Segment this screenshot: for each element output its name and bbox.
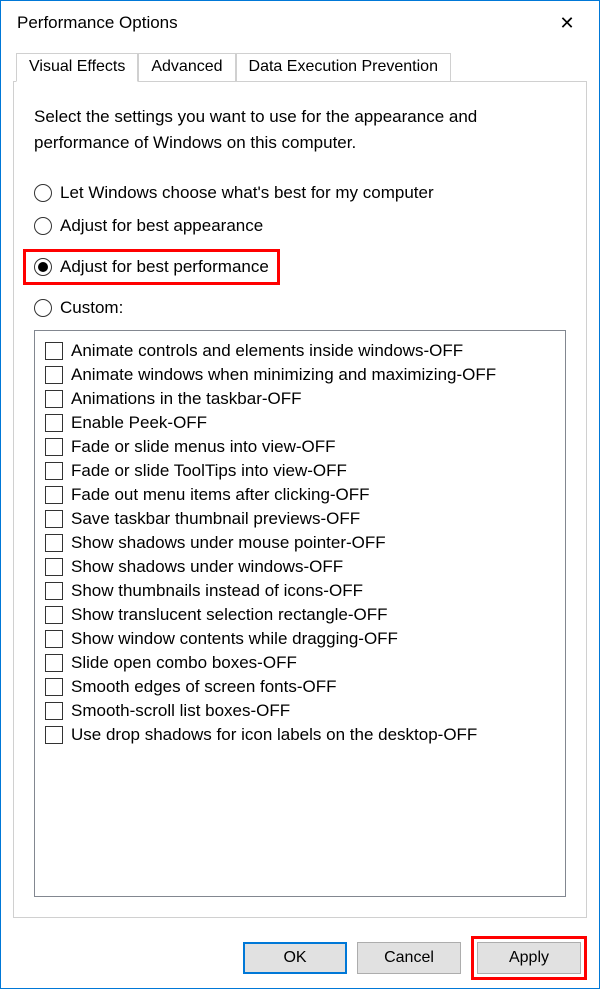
tab-visual-effects[interactable]: Visual Effects — [16, 53, 138, 82]
checkbox-icon — [45, 342, 63, 360]
checkbox-label: Animate windows when minimizing and maxi… — [71, 365, 496, 385]
checkbox-label: Slide open combo boxes-OFF — [71, 653, 297, 673]
radio-custom[interactable]: Custom: — [34, 298, 566, 318]
checkbox-label: Show thumbnails instead of icons-OFF — [71, 581, 363, 601]
checkbox-row[interactable]: Fade out menu items after clicking-OFF — [45, 483, 555, 507]
checkbox-row[interactable]: Show thumbnails instead of icons-OFF — [45, 579, 555, 603]
checkbox-icon — [45, 366, 63, 384]
checkbox-label: Show window contents while dragging-OFF — [71, 629, 398, 649]
window-title: Performance Options — [13, 13, 547, 33]
radio-icon — [34, 184, 52, 202]
checkbox-label: Use drop shadows for icon labels on the … — [71, 725, 477, 745]
checkbox-row[interactable]: Save taskbar thumbnail previews-OFF — [45, 507, 555, 531]
description-text: Select the settings you want to use for … — [34, 104, 566, 155]
content-area: Visual Effects Advanced Data Execution P… — [1, 45, 599, 930]
checkbox-row[interactable]: Show shadows under windows-OFF — [45, 555, 555, 579]
titlebar: Performance Options ✕ — [1, 1, 599, 45]
close-icon[interactable]: ✕ — [547, 3, 587, 43]
radio-icon — [34, 217, 52, 235]
radio-label: Adjust for best performance — [60, 257, 269, 277]
checkbox-row[interactable]: Slide open combo boxes-OFF — [45, 651, 555, 675]
checkbox-row[interactable]: Fade or slide menus into view-OFF — [45, 435, 555, 459]
checkbox-icon — [45, 414, 63, 432]
radio-label: Let Windows choose what's best for my co… — [60, 183, 434, 203]
checkbox-label: Fade or slide menus into view-OFF — [71, 437, 336, 457]
checkbox-icon — [45, 726, 63, 744]
checkbox-row[interactable]: Animate controls and elements inside win… — [45, 339, 555, 363]
checkbox-list[interactable]: Animate controls and elements inside win… — [34, 330, 566, 897]
checkbox-row[interactable]: Enable Peek-OFF — [45, 411, 555, 435]
checkbox-icon — [45, 462, 63, 480]
checkbox-label: Animations in the taskbar-OFF — [71, 389, 302, 409]
tab-panel-visual-effects: Select the settings you want to use for … — [13, 81, 587, 918]
checkbox-icon — [45, 606, 63, 624]
checkbox-icon — [45, 486, 63, 504]
ok-button[interactable]: OK — [243, 942, 347, 974]
checkbox-icon — [45, 678, 63, 696]
tabs-row: Visual Effects Advanced Data Execution P… — [16, 53, 587, 81]
checkbox-icon — [45, 630, 63, 648]
checkbox-row[interactable]: Animate windows when minimizing and maxi… — [45, 363, 555, 387]
checkbox-icon — [45, 582, 63, 600]
checkbox-label: Fade out menu items after clicking-OFF — [71, 485, 370, 505]
checkbox-label: Animate controls and elements inside win… — [71, 341, 463, 361]
radio-icon — [34, 299, 52, 317]
checkbox-row[interactable]: Show window contents while dragging-OFF — [45, 627, 555, 651]
radio-icon — [34, 258, 52, 276]
checkbox-row[interactable]: Use drop shadows for icon labels on the … — [45, 723, 555, 747]
checkbox-icon — [45, 558, 63, 576]
performance-options-dialog: Performance Options ✕ Visual Effects Adv… — [0, 0, 600, 989]
radio-let-windows-choose[interactable]: Let Windows choose what's best for my co… — [34, 183, 566, 203]
checkbox-label: Show shadows under mouse pointer-OFF — [71, 533, 386, 553]
checkbox-label: Show shadows under windows-OFF — [71, 557, 343, 577]
checkbox-row[interactable]: Show shadows under mouse pointer-OFF — [45, 531, 555, 555]
checkbox-icon — [45, 534, 63, 552]
checkbox-icon — [45, 390, 63, 408]
checkbox-row[interactable]: Fade or slide ToolTips into view-OFF — [45, 459, 555, 483]
apply-button[interactable]: Apply — [477, 942, 581, 974]
checkbox-label: Save taskbar thumbnail previews-OFF — [71, 509, 360, 529]
checkbox-icon — [45, 702, 63, 720]
checkbox-row[interactable]: Animations in the taskbar-OFF — [45, 387, 555, 411]
cancel-button[interactable]: Cancel — [357, 942, 461, 974]
checkbox-icon — [45, 438, 63, 456]
tab-dep[interactable]: Data Execution Prevention — [236, 53, 451, 81]
checkbox-icon — [45, 654, 63, 672]
radio-best-appearance[interactable]: Adjust for best appearance — [34, 216, 566, 236]
checkbox-label: Show translucent selection rectangle-OFF — [71, 605, 388, 625]
button-row: OK Cancel Apply — [1, 930, 599, 988]
radio-best-performance[interactable]: Adjust for best performance — [23, 249, 280, 285]
tab-advanced[interactable]: Advanced — [138, 53, 235, 81]
radio-group: Let Windows choose what's best for my co… — [34, 183, 566, 318]
checkbox-row[interactable]: Smooth edges of screen fonts-OFF — [45, 675, 555, 699]
checkbox-row[interactable]: Smooth-scroll list boxes-OFF — [45, 699, 555, 723]
checkbox-icon — [45, 510, 63, 528]
radio-label: Adjust for best appearance — [60, 216, 263, 236]
checkbox-label: Fade or slide ToolTips into view-OFF — [71, 461, 347, 481]
radio-label: Custom: — [60, 298, 123, 318]
checkbox-label: Smooth edges of screen fonts-OFF — [71, 677, 337, 697]
checkbox-row[interactable]: Show translucent selection rectangle-OFF — [45, 603, 555, 627]
checkbox-label: Enable Peek-OFF — [71, 413, 207, 433]
checkbox-label: Smooth-scroll list boxes-OFF — [71, 701, 290, 721]
